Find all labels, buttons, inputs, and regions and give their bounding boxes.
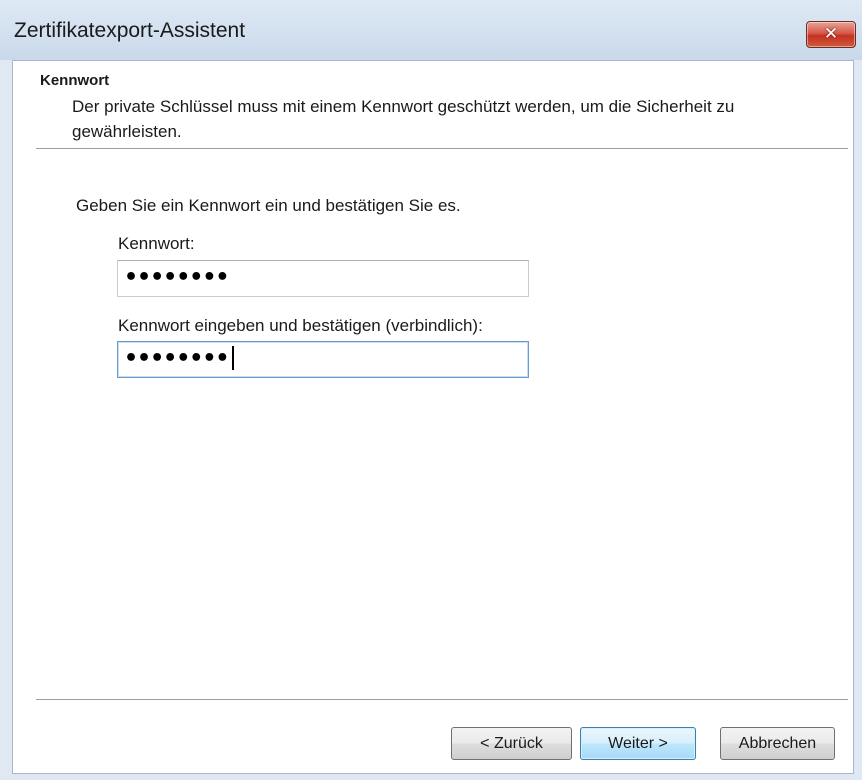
confirm-password-field[interactable]: •••••••• — [117, 341, 529, 378]
instruction-text: Geben Sie ein Kennwort ein und bestätige… — [76, 196, 461, 215]
header-separator — [36, 148, 848, 150]
wizard-window: Zertifikatexport-Assistent ✕ Kennwort De… — [0, 0, 862, 780]
page-title: Kennwort — [40, 72, 110, 89]
close-icon: ✕ — [823, 24, 839, 44]
next-button[interactable]: Weiter > — [580, 727, 696, 760]
cancel-button[interactable]: Abbrechen — [720, 727, 835, 760]
password-label: Kennwort: — [118, 234, 195, 253]
page-description: Der private Schlüssel muss mit einem Ken… — [72, 97, 735, 141]
confirm-password-value-wrap: •••••••• — [124, 346, 234, 371]
confirm-password-value: •••••••• — [124, 346, 229, 371]
close-button[interactable]: ✕ — [806, 21, 856, 48]
password-field[interactable]: •••••••• — [117, 260, 529, 297]
footer-separator — [36, 699, 848, 701]
confirm-password-label: Kennwort eingeben und bestätigen (verbin… — [118, 316, 483, 335]
title-bar[interactable]: Zertifikatexport-Assistent ✕ — [0, 0, 862, 60]
text-caret — [231, 346, 234, 370]
password-value: •••••••• — [124, 265, 229, 290]
wizard-client-area — [12, 60, 854, 774]
back-button[interactable]: < Zurück — [451, 727, 572, 760]
window-title: Zertifikatexport-Assistent — [14, 19, 246, 42]
